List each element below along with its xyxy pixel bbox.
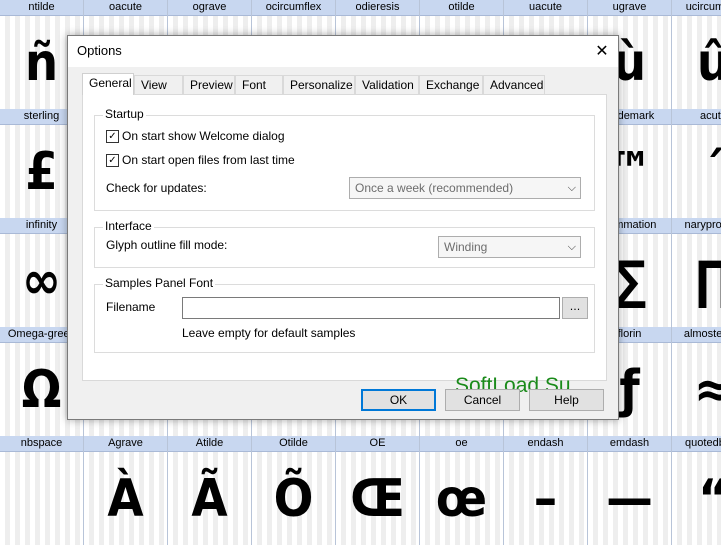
glyph-cell[interactable]: emdash — [588, 436, 672, 545]
glyph-preview: ´ [672, 125, 721, 218]
glyph-cell[interactable]: Otilde Õ [252, 436, 336, 545]
filename-hint: Leave empty for default samples [182, 326, 356, 340]
glyph-cell[interactable]: endash – [504, 436, 588, 545]
ok-button[interactable]: OK [361, 389, 436, 411]
tab-advanced[interactable]: Advanced [483, 75, 545, 94]
glyph-cell[interactable]: almostequal ≈ [672, 327, 721, 436]
glyph-name: ucircumflex [672, 0, 721, 16]
chevron-down-icon: ⌵ [567, 241, 576, 253]
close-icon[interactable]: ✕ [590, 39, 614, 63]
tab-preview[interactable]: Preview [183, 75, 235, 94]
glyph-character: – [533, 469, 558, 529]
dialog-titlebar: Options ✕ [68, 36, 618, 67]
glyph-name: otilde [420, 0, 503, 16]
glyph-character: ∏ [695, 251, 721, 311]
tab-panel-general: Startup ✓ On start show Welcome dialog ✓… [82, 94, 607, 397]
glyph-preview: À [84, 452, 167, 545]
check-icon: ✓ [108, 131, 117, 142]
cancel-button[interactable]: Cancel [445, 389, 520, 411]
glyph-cell[interactable]: Atilde Ã [168, 436, 252, 545]
tab-font[interactable]: Font [235, 75, 283, 94]
glyph-cell[interactable]: ucircumflex û [672, 0, 721, 109]
glyph-name: Atilde [168, 436, 251, 452]
glyph-preview: û [672, 16, 721, 109]
dialog-title: Options [77, 43, 122, 58]
tab-general[interactable]: General [82, 73, 134, 95]
glyph-name: acute [672, 109, 721, 125]
browse-button[interactable]: ... [562, 297, 588, 319]
interface-group-title: Interface [103, 219, 154, 233]
filename-label: Filename [106, 300, 156, 314]
chevron-down-icon: ⌵ [567, 182, 576, 194]
glyph-preview: ≈ [672, 343, 721, 436]
glyph-character: — [606, 469, 653, 529]
glyph-preview: — [588, 452, 671, 545]
samples-font-group-title: Samples Panel Font [103, 276, 216, 290]
glyph-name: uacute [504, 0, 587, 16]
filename-input[interactable] [182, 297, 560, 319]
glyph-name: emdash [588, 436, 671, 452]
glyph-character: Ã [191, 469, 228, 529]
glyph-character: Õ [273, 469, 314, 529]
glyph-name: ograve [168, 0, 251, 16]
help-button[interactable]: Help [529, 389, 604, 411]
samples-font-group: Samples Panel Font Filename ... Leave em… [94, 276, 595, 353]
glyph-preview: Œ [336, 452, 419, 545]
glyph-preview: Õ [252, 452, 335, 545]
glyph-name: oe [420, 436, 503, 452]
glyph-name: naryproduct [672, 218, 721, 234]
glyph-name: OE [336, 436, 419, 452]
updates-label: Check for updates: [106, 181, 207, 195]
glyph-character: Œ [350, 469, 405, 529]
interface-group: Interface Glyph outline fill mode: Windi… [94, 219, 595, 268]
glyph-preview: ∏ [672, 234, 721, 327]
glyph-name: Agrave [84, 436, 167, 452]
startup-group: Startup ✓ On start show Welcome dialog ✓… [94, 107, 595, 211]
glyph-character: œ [435, 469, 488, 529]
glyph-cell[interactable]: OE Œ [336, 436, 420, 545]
tab-personalize[interactable]: Personalize [283, 75, 355, 94]
updates-dropdown[interactable]: Once a week (recommended) ⌵ [349, 177, 581, 199]
glyph-name: odieresis [336, 0, 419, 16]
glyph-name: ocircumflex [252, 0, 335, 16]
glyph-character: ´ [701, 142, 721, 202]
glyph-name: ntilde [0, 0, 83, 16]
glyph-name: quotedblleft [672, 436, 721, 452]
fill-mode-dropdown[interactable]: Winding ⌵ [438, 236, 581, 258]
glyph-preview: “ [672, 452, 721, 545]
fill-mode-dropdown-value: Winding [444, 240, 488, 254]
glyph-preview [0, 452, 83, 545]
glyph-name: Otilde [252, 436, 335, 452]
glyph-name: nbspace [0, 436, 83, 452]
glyph-character: û [696, 33, 721, 93]
glyph-cell[interactable]: nbspace [0, 436, 84, 545]
glyph-cell[interactable]: Agrave À [84, 436, 168, 545]
glyph-cell[interactable]: acute ´ [672, 109, 721, 218]
reopen-checkbox-label[interactable]: On start open files from last time [122, 153, 295, 167]
welcome-checkbox[interactable]: ✓ [106, 130, 119, 143]
glyph-name: endash [504, 436, 587, 452]
check-icon: ✓ [108, 155, 117, 166]
options-dialog: Options ✕ General View Preview Font Pers… [67, 35, 619, 420]
glyph-preview: œ [420, 452, 503, 545]
glyph-preview: – [504, 452, 587, 545]
startup-group-title: Startup [103, 107, 146, 121]
tab-view[interactable]: View [134, 75, 183, 94]
glyph-cell[interactable]: quotedblleft “ [672, 436, 721, 545]
fill-mode-label: Glyph outline fill mode: [106, 238, 228, 252]
glyph-character: “ [672, 464, 721, 534]
glyph-name: ugrave [588, 0, 671, 16]
tab-validation[interactable]: Validation [355, 75, 419, 94]
glyph-name: almostequal [672, 327, 721, 343]
welcome-checkbox-label[interactable]: On start show Welcome dialog [122, 129, 285, 143]
glyph-character: ≈ [693, 360, 721, 420]
tab-exchange[interactable]: Exchange [419, 75, 483, 94]
glyph-character: À [107, 469, 144, 529]
glyph-name: oacute [84, 0, 167, 16]
glyph-preview: Ã [168, 452, 251, 545]
updates-dropdown-value: Once a week (recommended) [355, 181, 514, 195]
reopen-checkbox[interactable]: ✓ [106, 154, 119, 167]
glyph-cell[interactable]: naryproduct ∏ [672, 218, 721, 327]
glyph-cell[interactable]: oe œ [420, 436, 504, 545]
